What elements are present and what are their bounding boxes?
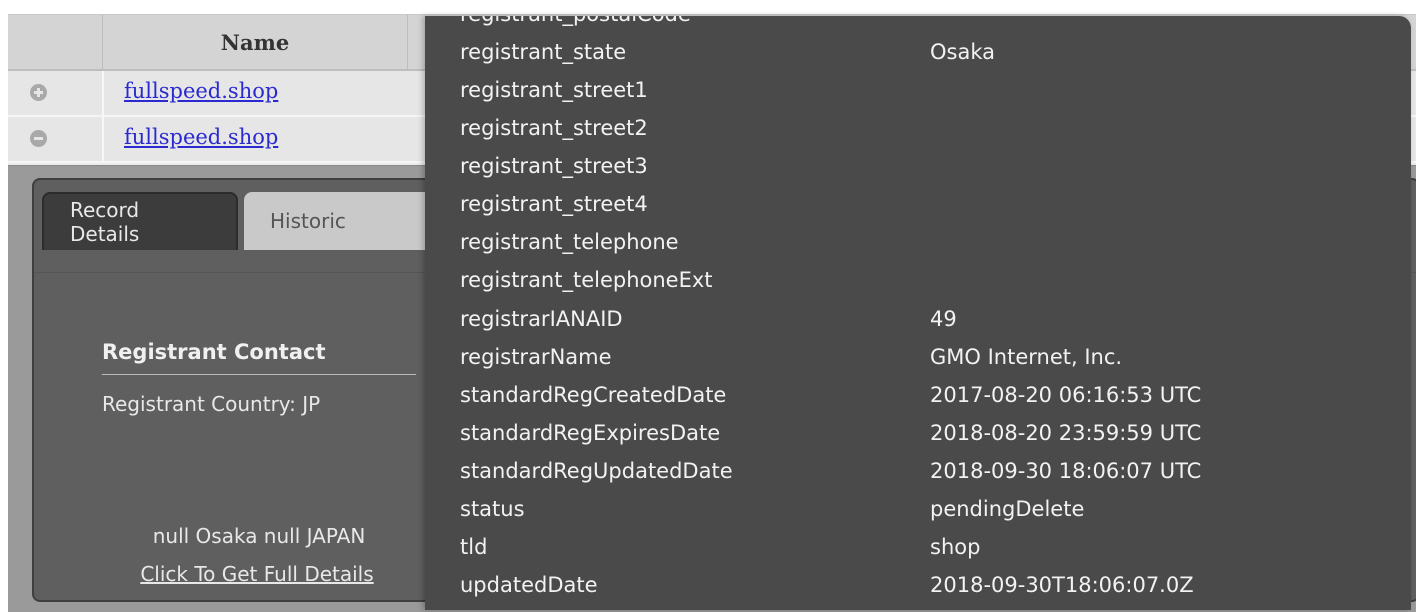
field-key: registrarIANAID [460,307,623,331]
field-key: registrant_street4 [460,192,648,216]
field-value: 49 [930,307,957,331]
tab-record-details[interactable]: Record Details [42,192,238,250]
field-value: 2018-09-30T18:06:07.0Z [930,573,1194,597]
tooltip-row: updatedDate 2018-09-30T18:06:07.0Z [425,569,1411,607]
row-toggle-cell[interactable] [8,117,104,161]
field-value: GMO Internet, Inc. [930,345,1123,369]
field-key: standardRegCreatedDate [460,383,727,407]
tooltip-row: registrant_state Osaka [425,36,1411,74]
tooltip-row: registrant_street3 [425,150,1411,188]
field-value: Osaka [930,40,995,64]
row-toggle-cell[interactable] [8,71,104,115]
tooltip-row: registrant_street1 [425,74,1411,112]
tooltip-row: registrant_telephone [425,226,1411,264]
field-key: standardRegUpdatedDate [460,459,733,483]
field-value: shop [930,535,981,559]
field-key: status [460,497,525,521]
field-key: tld [460,535,488,559]
domain-link[interactable]: fullspeed.shop [124,79,278,103]
tooltip-row: status pendingDelete [425,493,1411,531]
tooltip-row: standardRegUpdatedDate 2018-09-30 18:06:… [425,455,1411,493]
field-key: registrant_street1 [460,78,648,102]
registrant-address: null Osaka null JAPAN [152,524,366,548]
registrant-country: Registrant Country: JP [102,392,321,416]
tooltip-row: registrant_telephoneExt [425,264,1411,302]
collapse-icon[interactable] [30,130,47,147]
registrant-contact-heading: Registrant Contact [102,340,416,375]
field-key: registrarName [460,345,612,369]
field-value: 2018-08-20 23:59:59 UTC [930,421,1202,445]
field-key: registrant_postalCode [460,16,691,26]
column-header-name[interactable]: Name [103,15,408,69]
domain-link[interactable]: fullspeed.shop [124,125,278,149]
tooltip-row: standardRegCreatedDate 2017-08-20 06:16:… [425,379,1411,417]
field-key: registrant_telephone [460,230,679,254]
full-details-link[interactable]: Click To Get Full Details [78,562,436,586]
tooltip-row: registrant_street4 [425,188,1411,226]
tooltip-row: registrarIANAID 49 [425,303,1411,341]
field-key: registrant_telephoneExt [460,268,713,292]
tooltip-row: registrarName GMO Internet, Inc. [425,341,1411,379]
whois-tooltip: registrant_postalCode registrant_state O… [425,16,1411,610]
field-key: registrant_street2 [460,116,648,140]
header-icon-cell [8,15,103,69]
field-value: pendingDelete [930,497,1085,521]
tooltip-row: tld shop [425,531,1411,569]
tooltip-row: registrant_street2 [425,112,1411,150]
field-value: 2018-09-30 18:06:07 UTC [930,459,1202,483]
field-key: registrant_street3 [460,154,648,178]
expand-icon[interactable] [30,84,47,101]
field-value: 2017-08-20 06:16:53 UTC [930,383,1202,407]
field-key: registrant_state [460,40,627,64]
tooltip-row: standardRegExpiresDate 2018-08-20 23:59:… [425,417,1411,455]
field-key: standardRegExpiresDate [460,421,721,445]
tooltip-row: registrant_postalCode [425,16,1411,36]
field-key: updatedDate [460,573,598,597]
